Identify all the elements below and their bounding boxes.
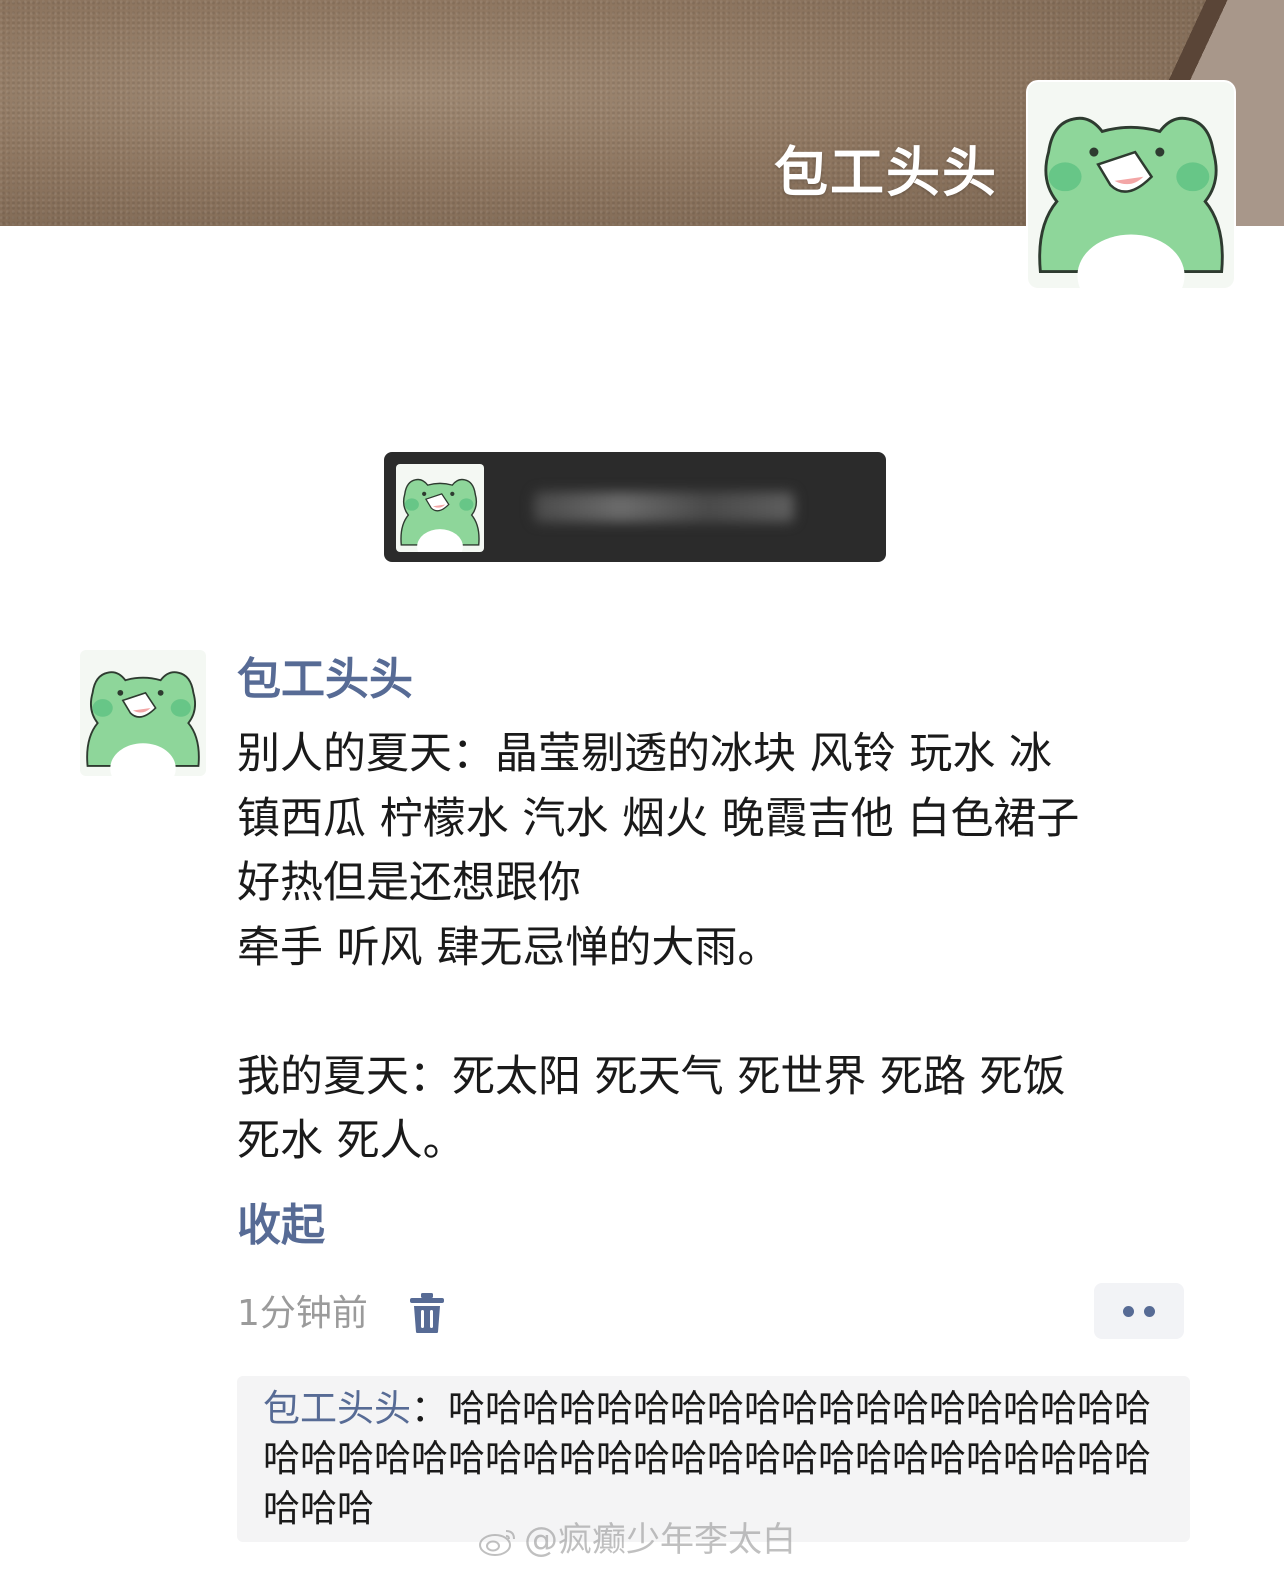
watermark-text: @疯癫少年李太白 <box>524 1520 796 1560</box>
comment-author[interactable]: 包工头头 <box>263 1387 411 1430</box>
comment-item[interactable]: 包工头头：哈哈哈哈哈哈哈哈哈哈哈哈哈哈哈哈哈哈哈哈哈哈哈哈哈哈哈哈哈哈哈哈哈哈哈… <box>263 1384 1168 1534</box>
delete-button[interactable] <box>408 1292 446 1334</box>
watermark: @疯癫少年李太白 <box>478 1518 796 1562</box>
frog-avatar-icon <box>400 478 480 552</box>
post-text-line: 好热但是还想跟你 <box>237 858 581 908</box>
collapse-link[interactable]: 收起 <box>237 1196 325 1256</box>
post-text-blank-line <box>237 980 1197 1045</box>
trash-icon <box>410 1293 444 1333</box>
more-dot-icon <box>1144 1306 1155 1317</box>
post-text-line: 镇西瓜 柠檬水 汽水 烟火 晚霞吉他 白色裙子 <box>237 793 1080 844</box>
post-timestamp: 1分钟前 <box>237 1293 368 1334</box>
post-text-line: 别人的夏天：晶莹剔透的冰块 风铃 玩水 冰 <box>237 729 1053 779</box>
more-dot-icon <box>1123 1306 1134 1317</box>
banner-blurred-text <box>534 492 794 522</box>
post-author-avatar[interactable] <box>80 650 206 776</box>
post-text: 别人的夏天：晶莹剔透的冰块 风铃 玩水 冰 镇西瓜 柠檬水 汽水 烟火 晚霞吉他… <box>237 722 1197 1174</box>
comment-separator: ： <box>411 1387 448 1430</box>
profile-display-name: 包工头头 <box>774 141 998 204</box>
notification-banner[interactable] <box>384 452 886 562</box>
more-actions-button[interactable] <box>1094 1283 1184 1339</box>
profile-avatar[interactable] <box>1028 82 1234 288</box>
post-text-line: 牵手 听风 肆无忌惮的大雨。 <box>237 922 781 973</box>
post-text-line: 我的夏天：死太阳 死天气 死世界 死路 死饭 <box>237 1051 1066 1102</box>
weibo-logo-icon <box>479 1529 515 1556</box>
post-text-line: 死水 死人。 <box>237 1116 466 1166</box>
banner-avatar <box>396 464 484 552</box>
frog-avatar-icon <box>1038 116 1224 288</box>
post-author-name[interactable]: 包工头头 <box>237 650 413 710</box>
frog-avatar-icon <box>86 671 200 776</box>
